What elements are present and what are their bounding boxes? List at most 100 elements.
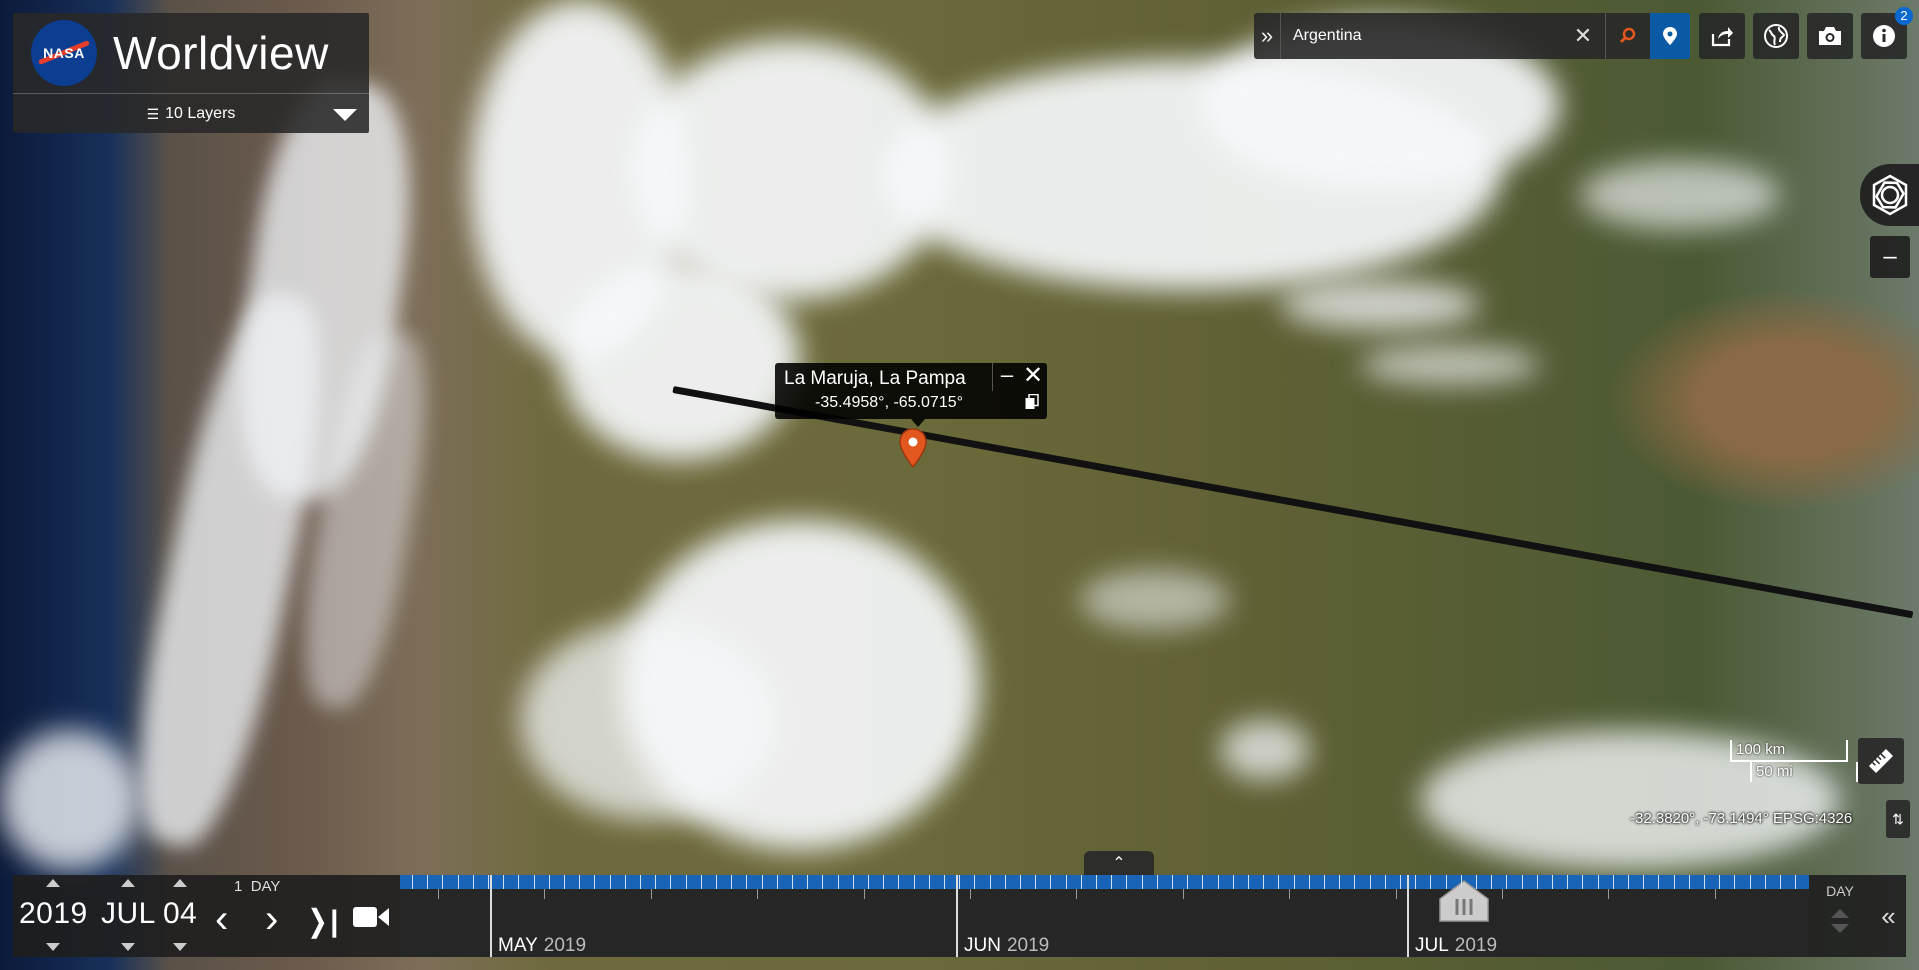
day-tick: [1430, 875, 1431, 889]
layers-toggle-button[interactable]: ☰ 10 Layers: [13, 94, 369, 134]
day-tick: [1035, 875, 1036, 889]
app-branding-panel: NASA Worldview ☰ 10 Layers: [13, 13, 369, 133]
year-increment-arrow-icon[interactable]: [46, 879, 60, 887]
zoom-level-down-arrow-icon[interactable]: [1831, 924, 1849, 933]
video-icon[interactable]: [353, 905, 389, 934]
day-tick: [1081, 875, 1082, 889]
week-tick: [1715, 889, 1716, 899]
date-selector: 2019 JUL 04 1 DAY ‹ › ❭|: [13, 875, 398, 957]
location-popup: La Maruja, La Pampa -35.4958°, -65.0715°…: [775, 363, 1047, 427]
chevron-down-icon[interactable]: [333, 109, 357, 121]
week-tick: [757, 889, 758, 899]
day-decrement-arrow-icon[interactable]: [173, 943, 187, 951]
minimize-popup-icon[interactable]: –: [992, 363, 1021, 391]
timeline-toggle-button[interactable]: ⌃: [1084, 851, 1154, 875]
day-tick: [1218, 875, 1219, 889]
day-tick: [1172, 875, 1173, 889]
timeline-zoom-control[interactable]: DAY: [1809, 875, 1871, 957]
day-tick: [1552, 875, 1553, 889]
month-year: 2019: [1006, 935, 1050, 956]
snapshot-button[interactable]: [1807, 13, 1853, 59]
day-tick: [1689, 875, 1690, 889]
day-tick: [1370, 875, 1371, 889]
info-icon: [1873, 25, 1895, 47]
day-tick: [1567, 875, 1568, 889]
copy-coordinates-icon[interactable]: [1025, 393, 1039, 413]
day-tick: [762, 875, 763, 889]
day-field[interactable]: 04: [163, 897, 197, 931]
day-tick: [1233, 875, 1234, 889]
week-tick: [544, 889, 545, 899]
interval-selector[interactable]: 1 DAY: [234, 878, 280, 895]
zoom-level-up-arrow-icon[interactable]: [1831, 909, 1849, 918]
day-tick: [670, 875, 671, 889]
week-tick: [1608, 889, 1609, 899]
notification-badge: 2: [1895, 7, 1913, 25]
nasa-logo[interactable]: NASA: [31, 20, 97, 86]
month-increment-arrow-icon[interactable]: [121, 879, 135, 887]
search-icon[interactable]: [1606, 13, 1650, 59]
collapse-timeline-chevron-icon[interactable]: «: [1871, 875, 1906, 957]
day-tick: [473, 875, 474, 889]
location-marker-pin-icon[interactable]: [898, 428, 928, 468]
month-decrement-arrow-icon[interactable]: [121, 943, 135, 951]
day-tick: [1187, 875, 1188, 889]
day-tick: [625, 875, 626, 889]
month-label[interactable]: MAY 2019: [498, 935, 586, 957]
coordinate-format-button[interactable]: ⇅: [1886, 800, 1910, 838]
year-field[interactable]: 2019: [19, 897, 88, 931]
search-input[interactable]: [1281, 26, 1561, 46]
day-tick: [1658, 875, 1659, 889]
day-tick: [1309, 875, 1310, 889]
year-decrement-arrow-icon[interactable]: [46, 943, 60, 951]
zoom-in-button[interactable]: [1860, 164, 1919, 226]
month-field[interactable]: JUL: [101, 897, 156, 931]
day-increment-arrow-icon[interactable]: [173, 879, 187, 887]
day-tick: [412, 875, 413, 889]
close-popup-icon[interactable]: ✕: [1020, 363, 1046, 391]
info-button[interactable]: 2: [1861, 7, 1913, 59]
measure-button[interactable]: [1858, 738, 1904, 784]
timeline-date-slider-handle[interactable]: [1436, 879, 1492, 923]
interval-unit: DAY: [250, 878, 281, 895]
day-tick: [1461, 875, 1462, 889]
next-day-chevron-icon[interactable]: ›: [265, 899, 278, 939]
projection-button[interactable]: [1753, 13, 1799, 59]
day-tick: [1278, 875, 1279, 889]
previous-day-chevron-icon[interactable]: ‹: [215, 899, 228, 939]
month-label[interactable]: JUN 2019: [964, 935, 1049, 957]
share-icon: [1711, 27, 1733, 47]
layers-count-label: 10 Layers: [165, 105, 236, 122]
zoom-out-button[interactable]: –: [1870, 236, 1910, 278]
day-tick: [777, 875, 778, 889]
day-tick: [442, 875, 443, 889]
skip-to-latest-icon[interactable]: ❭|: [305, 904, 339, 940]
hexagon-logo-icon: [1872, 174, 1907, 216]
day-tick: [640, 875, 641, 889]
interval-value: 1: [234, 878, 243, 895]
timeline-axis[interactable]: MAY 2019 JUN 2019 JUL 2019: [400, 875, 1809, 957]
day-tick: [594, 875, 595, 889]
pin-icon[interactable]: [1650, 13, 1690, 59]
swap-icon: ⇅: [1892, 810, 1904, 827]
day-tick: [1537, 875, 1538, 889]
day-tick: [488, 875, 489, 889]
day-tick: [1628, 875, 1629, 889]
day-tick: [868, 875, 869, 889]
chevron-up-icon: ⌃: [1112, 855, 1126, 872]
day-tick: [610, 875, 611, 889]
day-tick: [944, 875, 945, 889]
share-button[interactable]: [1699, 13, 1745, 59]
collapse-search-chevron-icon[interactable]: »: [1254, 13, 1281, 59]
day-tick: [1142, 875, 1143, 889]
month-label[interactable]: JUL 2019: [1415, 935, 1497, 957]
month-year: 2019: [1454, 935, 1498, 956]
day-tick: [914, 875, 915, 889]
clear-search-close-icon[interactable]: ✕: [1561, 13, 1606, 59]
day-tick: [1598, 875, 1599, 889]
day-tick: [534, 875, 535, 889]
day-tick: [1522, 875, 1523, 889]
timeline-zoom-level: DAY: [1826, 883, 1854, 899]
day-tick: [1294, 875, 1295, 889]
month-divider: [1407, 875, 1409, 957]
